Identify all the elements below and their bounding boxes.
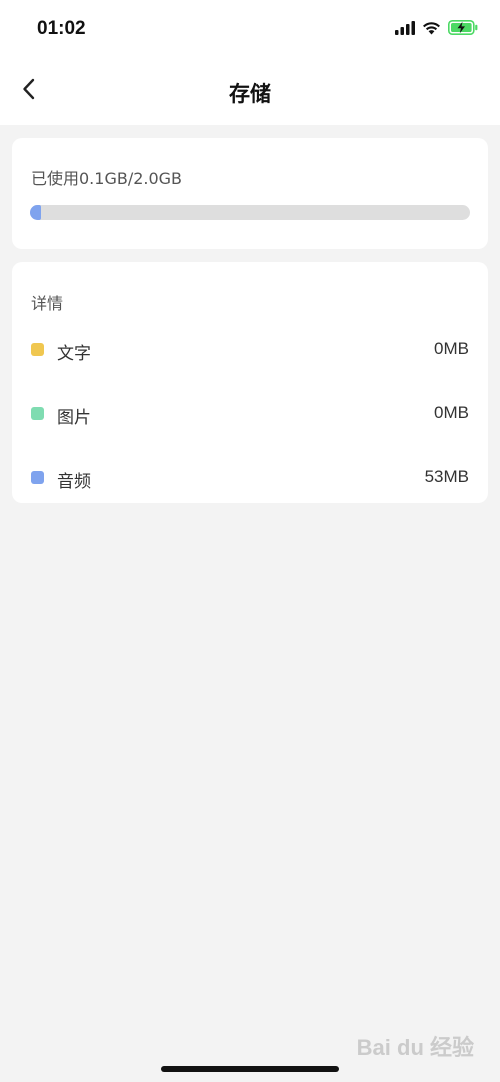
- battery-charging-icon: [448, 20, 478, 39]
- signal-icon: [395, 20, 415, 39]
- detail-row-text: 文字 0MB: [12, 335, 488, 365]
- image-color-swatch: [31, 407, 44, 420]
- storage-progress-fill: [30, 205, 41, 220]
- home-indicator[interactable]: [161, 1066, 339, 1072]
- storage-usage-text: 已使用0.1GB/2.0GB: [31, 169, 183, 188]
- nav-bar: 存储: [0, 60, 500, 125]
- detail-row-audio: 音频 53MB: [12, 463, 488, 493]
- status-bar: 01:02: [0, 0, 500, 60]
- detail-value: 0MB: [434, 339, 469, 358]
- detail-label: 音频: [57, 472, 91, 492]
- status-time: 01:02: [37, 18, 86, 39]
- details-title: 详情: [31, 294, 64, 313]
- audio-color-swatch: [31, 471, 44, 484]
- detail-row-image: 图片 0MB: [12, 399, 488, 429]
- page-title: 存储: [229, 82, 271, 106]
- watermark-logo: Bai du 经验: [356, 1035, 474, 1060]
- storage-usage-card: 已使用0.1GB/2.0GB: [12, 138, 488, 249]
- detail-value: 0MB: [434, 403, 469, 422]
- status-icons: [395, 20, 478, 39]
- details-card: 详情 文字 0MB 图片 0MB 音频 53MB: [12, 262, 488, 503]
- detail-label: 图片: [57, 408, 91, 428]
- wifi-icon: [422, 20, 441, 39]
- storage-progress-bar: [30, 205, 470, 220]
- text-color-swatch: [31, 343, 44, 356]
- detail-value: 53MB: [424, 467, 469, 486]
- detail-label: 文字: [57, 344, 91, 364]
